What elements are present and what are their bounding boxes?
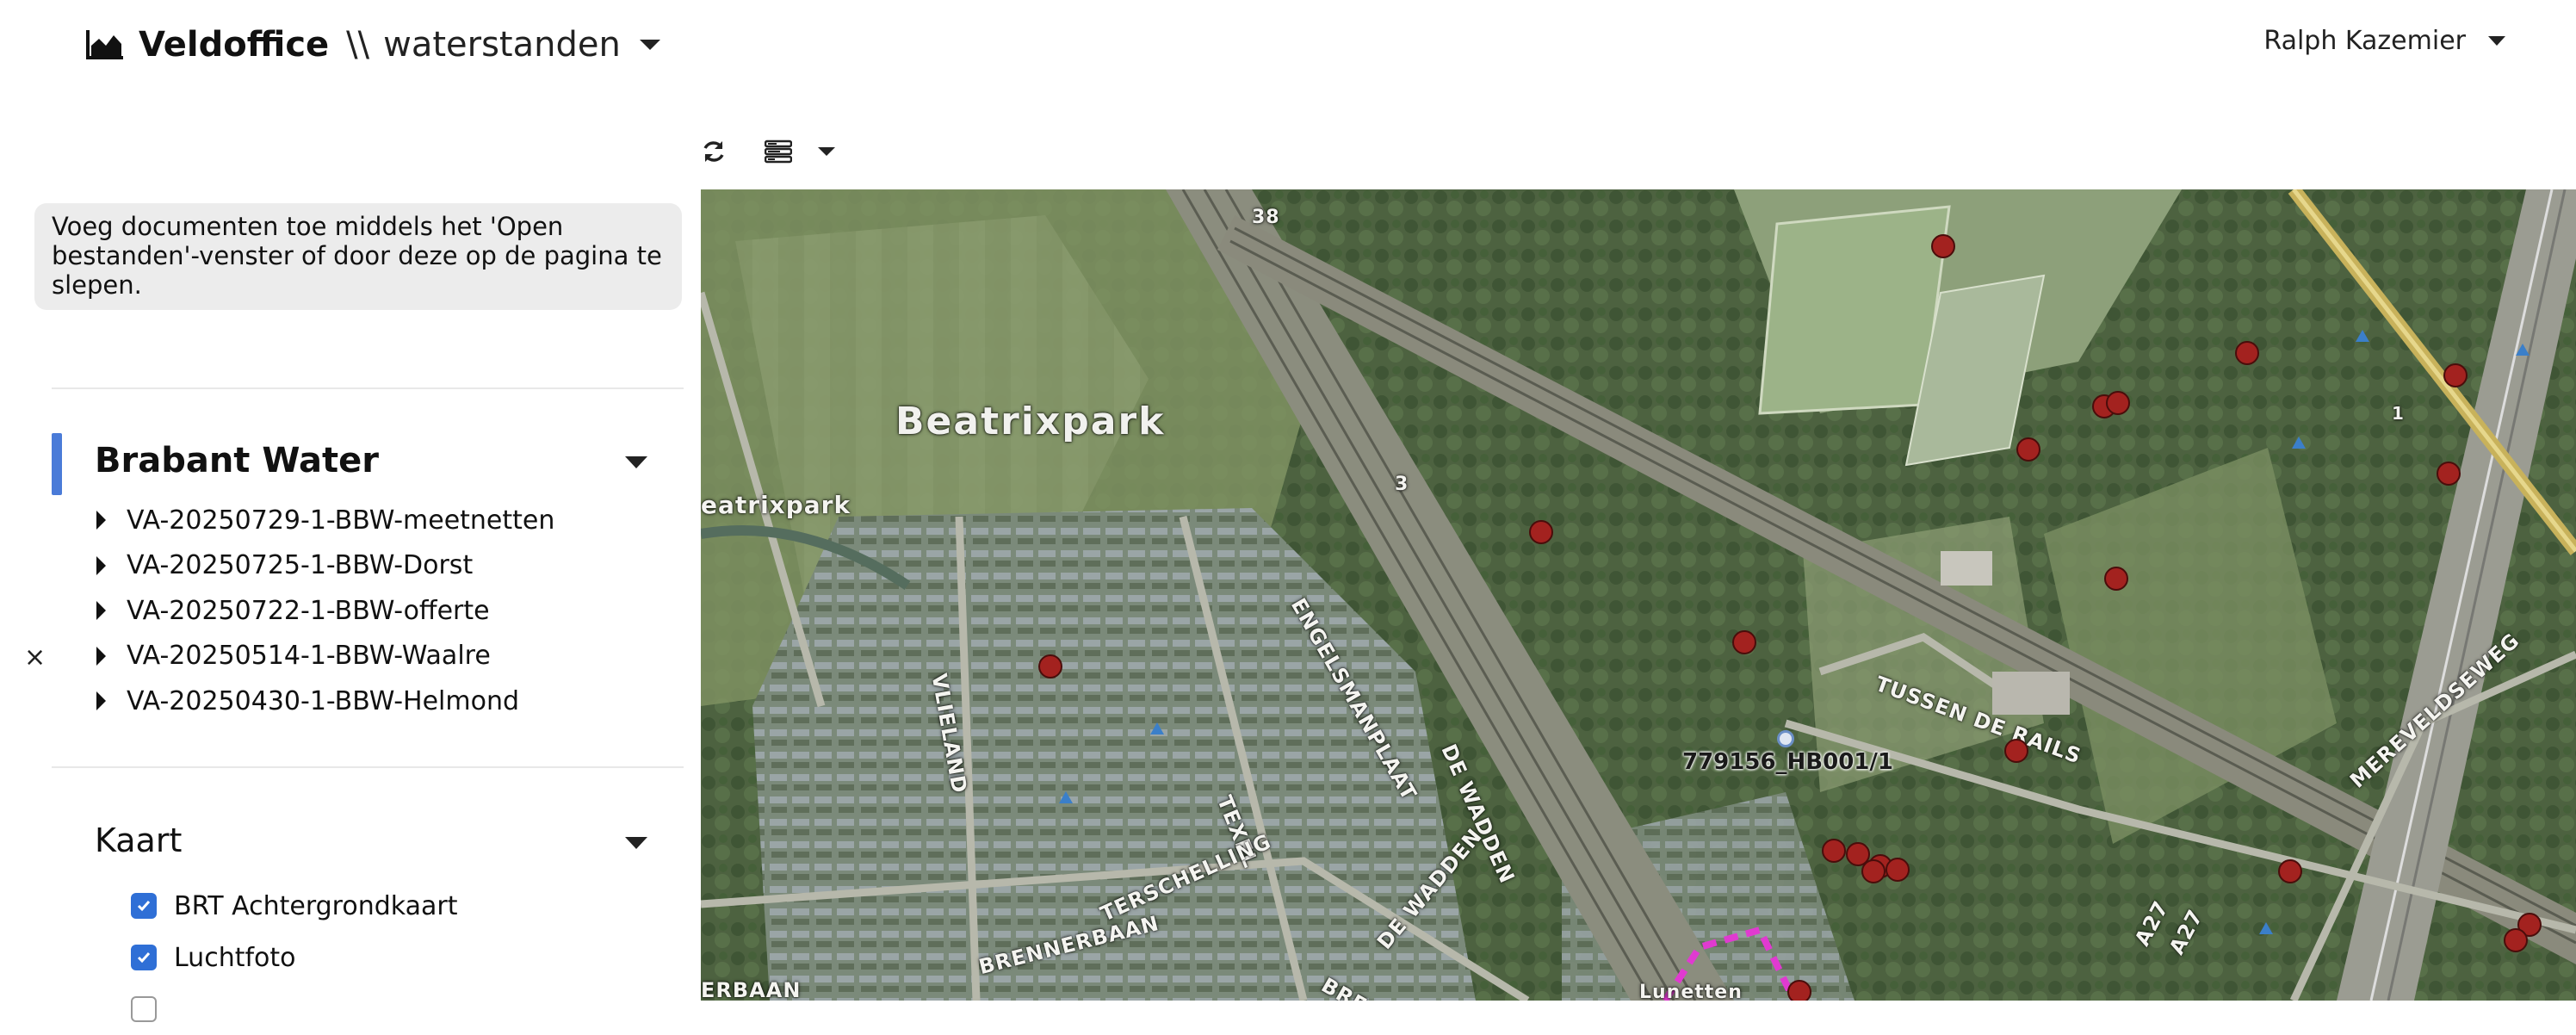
measurement-marker[interactable] [1732,630,1756,654]
document-list: VA-20250729-1-BBW-meetnetten VA-20250725… [96,498,690,724]
section-name: waterstanden [383,25,621,65]
triangle-marker-icon[interactable] [2356,330,2369,342]
group-indicator [52,433,62,495]
upload-hint: Voeg documenten toe middels het 'Open be… [34,203,682,310]
measurement-marker[interactable] [1822,839,1846,863]
document-item[interactable]: VA-20250430-1-BBW-Helmond [96,679,690,724]
measurement-marker[interactable] [1861,859,1886,883]
place-label: eatrixpark [701,491,851,519]
measurement-marker[interactable] [2106,391,2130,415]
layer-list: BRT Achtergrondkaart Luchtfoto [131,880,457,1035]
layers-dropdown-caret-icon [818,147,835,156]
measurement-marker[interactable] [2437,462,2461,486]
selected-point-label: 779156_HB001/1 [1682,749,1893,775]
document-item[interactable]: VA-20250514-1-BBW-Waalre [96,634,690,679]
measurement-marker[interactable] [1787,980,1811,1001]
expand-icon [96,601,106,621]
measurement-marker[interactable] [1886,858,1910,882]
measurement-marker[interactable] [2235,341,2259,365]
app-header: Veldoffice \\ waterstanden Ralph Kazemie… [0,0,2576,90]
expand-icon [96,511,106,530]
divider [52,387,684,389]
road-number-label: 38 [1252,207,1280,228]
measurement-marker[interactable] [2104,567,2128,591]
user-name: Ralph Kazemier [2263,26,2466,56]
checkbox-checked-icon[interactable] [131,893,157,919]
measurement-marker[interactable] [1931,234,1955,258]
place-label: Lunetten [1639,982,1743,1001]
group-collapse-icon[interactable] [625,456,647,468]
section-dropdown-caret-icon[interactable] [639,40,660,50]
measurement-marker[interactable] [1529,520,1553,544]
divider [52,766,684,768]
layer-toggle-brt[interactable]: BRT Achtergrondkaart [131,880,457,932]
layers-icon [765,139,792,164]
triangle-marker-icon[interactable] [2516,344,2530,356]
triangle-marker-icon[interactable] [2259,922,2273,934]
selected-point-marker[interactable] [1777,730,1794,747]
expand-icon [96,646,106,666]
measurement-marker[interactable] [2504,928,2528,952]
measurement-marker[interactable] [2443,363,2468,387]
map-section-collapse-icon[interactable] [625,837,647,849]
map-toolbar [701,127,835,176]
title-separator: \\ [346,25,370,65]
measurement-marker[interactable] [2016,437,2040,462]
measurement-marker[interactable] [2278,859,2302,883]
document-item[interactable]: VA-20250722-1-BBW-offerte [96,588,690,634]
triangle-marker-icon[interactable] [2292,437,2306,449]
area-chart-icon [86,30,123,59]
sidebar: Voeg documenten toe middels het 'Open be… [0,188,701,1022]
checkbox-checked-icon[interactable] [131,945,157,970]
remove-document-icon[interactable]: × [24,642,46,672]
app-brand[interactable]: Veldoffice \\ waterstanden [85,19,660,71]
road-number-label: 1 [2392,403,2405,424]
place-label: Beatrixpark [895,400,1166,443]
layer-toggle-luchtfoto[interactable]: Luchtfoto [131,932,457,983]
user-menu-caret-icon [2488,36,2505,46]
map-view[interactable]: Beatrixpark eatrixpark VLIELAND TEXEL EN… [701,189,2576,1001]
document-item[interactable]: VA-20250729-1-BBW-meetnetten [96,498,690,543]
refresh-icon [703,141,724,162]
refresh-button[interactable] [701,139,727,164]
expand-icon [96,691,106,711]
measurement-marker[interactable] [2004,739,2028,763]
measurement-marker[interactable] [1038,654,1062,679]
street-label: ERBAAN [701,978,802,1001]
app-name: Veldoffice [139,25,330,65]
document-item[interactable]: VA-20250725-1-BBW-Dorst [96,543,690,589]
map-section-title: Kaart [95,821,183,859]
triangle-marker-icon[interactable] [1150,722,1164,734]
triangle-marker-icon[interactable] [1059,791,1073,803]
layer-toggle-partial[interactable] [131,983,457,1035]
group-title: Brabant Water [95,441,380,480]
user-menu[interactable]: Ralph Kazemier [2263,26,2505,56]
road-number-label: 3 [1395,474,1409,495]
layers-dropdown-button[interactable] [765,139,835,164]
expand-icon [96,555,106,575]
